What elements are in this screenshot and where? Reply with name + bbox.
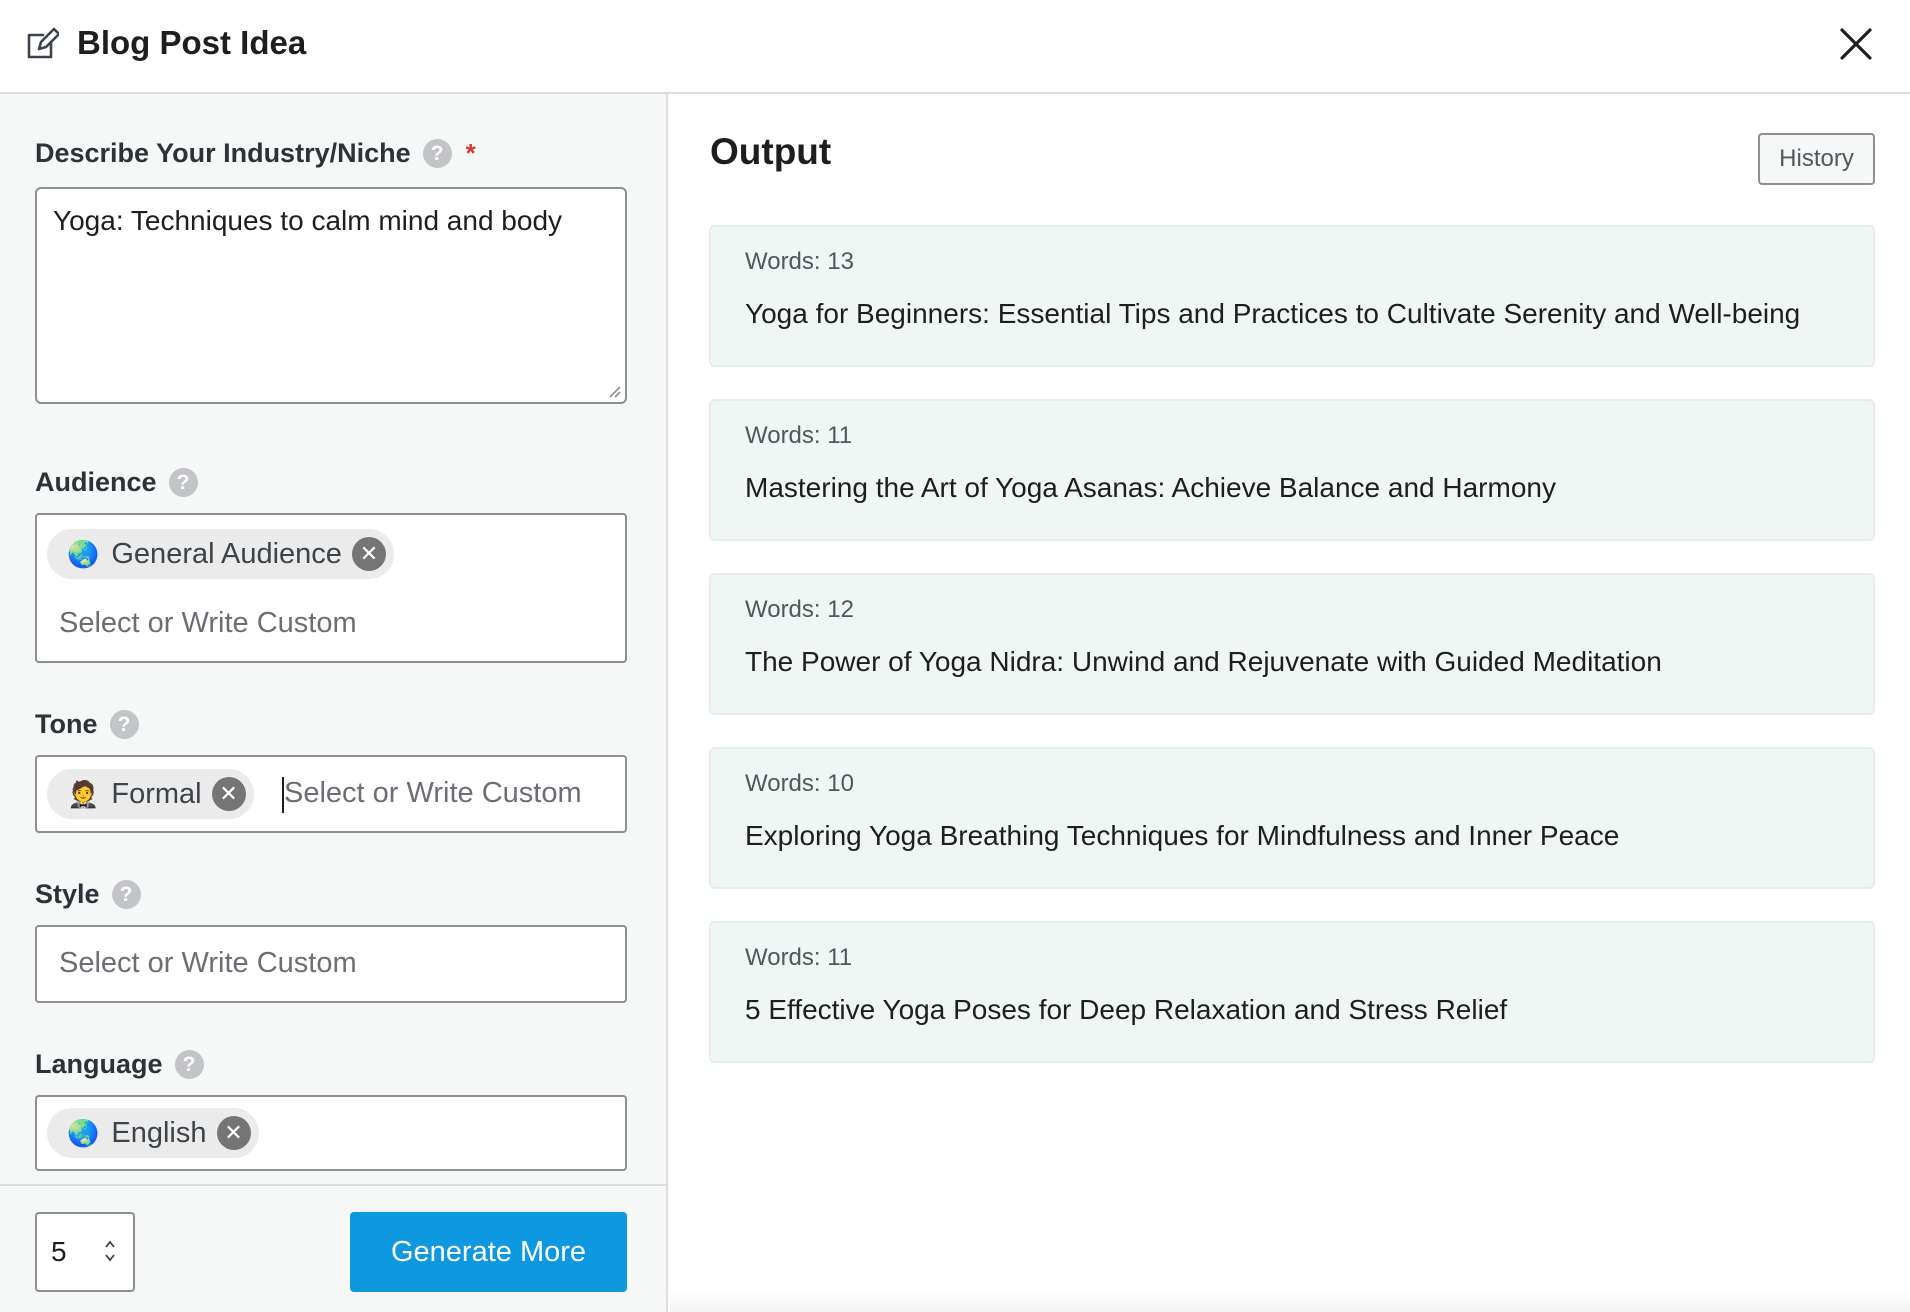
idea-text: Yoga for Beginners: Essential Tips and P… — [745, 298, 1801, 329]
tone-select[interactable]: 🤵 Formal ✕ Select or Write Custom — [35, 755, 627, 833]
idea-text: The Power of Yoga Nidra: Unwind and Reju… — [745, 646, 1662, 677]
style-placeholder[interactable]: Select or Write Custom — [59, 947, 357, 980]
help-icon[interactable]: ? — [168, 467, 198, 497]
chip-label: English — [111, 1116, 207, 1149]
audience-chip: 🌏 General Audience ✕ — [47, 529, 394, 579]
audience-label-text: Audience — [35, 467, 157, 497]
edit-icon — [27, 27, 59, 59]
form-footer: 5 Generate More — [0, 1184, 666, 1312]
tone-label-text: Tone — [35, 709, 98, 739]
remove-chip-icon[interactable]: ✕ — [351, 537, 386, 571]
idea-card[interactable]: Words: 11 Mastering the Art of Yoga Asan… — [709, 399, 1875, 541]
language-label: Language ? — [35, 1048, 204, 1080]
chip-label: General Audience — [111, 537, 342, 570]
word-count: Words: 12 — [745, 596, 854, 623]
style-select[interactable]: Select or Write Custom — [35, 925, 627, 1003]
globe-icon: 🌏 — [67, 539, 100, 569]
person-icon: 🤵 — [67, 779, 100, 809]
count-input[interactable]: 5 — [35, 1212, 135, 1292]
panel-bottom-edge — [670, 1290, 1910, 1312]
style-label: Style ? — [35, 878, 141, 910]
chip-label: Formal — [111, 777, 202, 810]
remove-chip-icon[interactable]: ✕ — [211, 777, 246, 811]
idea-text: Mastering the Art of Yoga Asanas: Achiev… — [745, 472, 1556, 503]
modal-header: Blog Post Idea — [0, 0, 1910, 94]
help-icon[interactable]: ? — [422, 138, 452, 168]
modal-title: Blog Post Idea — [77, 24, 307, 61]
generate-more-button[interactable]: Generate More — [350, 1212, 627, 1292]
niche-textarea[interactable]: Yoga: Techniques to calm mind and body — [35, 187, 627, 404]
idea-card[interactable]: Words: 12 The Power of Yoga Nidra: Unwin… — [709, 573, 1875, 715]
required-mark: * — [465, 138, 476, 168]
language-chip: 🌏 English ✕ — [47, 1108, 259, 1158]
globe-icon: 🌏 — [67, 1118, 100, 1148]
help-icon[interactable]: ? — [111, 879, 141, 909]
idea-card[interactable]: Words: 11 5 Effective Yoga Poses for Dee… — [709, 921, 1875, 1063]
word-count: Words: 11 — [745, 944, 853, 971]
language-label-text: Language — [35, 1049, 163, 1079]
niche-label: Describe Your Industry/Niche ? * — [35, 137, 476, 169]
word-count: Words: 10 — [745, 770, 854, 797]
niche-label-text: Describe Your Industry/Niche — [35, 138, 411, 168]
count-value: 5 — [51, 1236, 67, 1267]
remove-chip-icon[interactable]: ✕ — [216, 1116, 251, 1150]
resize-handle-icon[interactable] — [607, 384, 621, 398]
history-button[interactable]: History — [1758, 133, 1875, 185]
stepper-icon[interactable] — [103, 1236, 117, 1266]
tone-chip: 🤵 Formal ✕ — [47, 769, 254, 819]
output-title: Output — [710, 131, 832, 172]
tone-label: Tone ? — [35, 708, 139, 740]
audience-select[interactable]: 🌏 General Audience ✕ Select or Write Cus… — [35, 513, 627, 663]
close-icon[interactable] — [1836, 24, 1876, 64]
idea-card[interactable]: Words: 10 Exploring Yoga Breathing Techn… — [709, 747, 1875, 889]
tone-placeholder[interactable]: Select or Write Custom — [284, 777, 582, 810]
audience-label: Audience ? — [35, 466, 198, 498]
style-label-text: Style — [35, 879, 100, 909]
help-icon[interactable]: ? — [109, 709, 139, 739]
niche-value: Yoga: Techniques to calm mind and body — [53, 205, 563, 236]
word-count: Words: 11 — [745, 422, 853, 449]
language-select[interactable]: 🌏 English ✕ — [35, 1095, 627, 1171]
idea-text: Exploring Yoga Breathing Techniques for … — [745, 820, 1620, 851]
word-count: Words: 13 — [745, 248, 854, 275]
form-panel: Describe Your Industry/Niche ? * Yoga: T… — [0, 94, 668, 1312]
idea-text: 5 Effective Yoga Poses for Deep Relaxati… — [745, 994, 1508, 1025]
idea-card[interactable]: Words: 13 Yoga for Beginners: Essential … — [709, 225, 1875, 367]
help-icon[interactable]: ? — [174, 1049, 204, 1079]
audience-placeholder[interactable]: Select or Write Custom — [59, 607, 357, 640]
